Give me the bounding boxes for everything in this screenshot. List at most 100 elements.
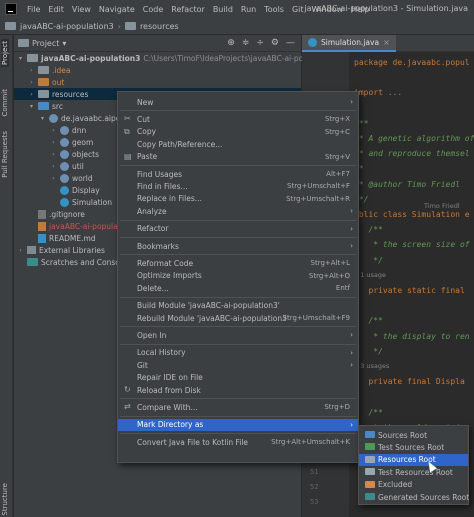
menu-file[interactable]: File [23,5,44,14]
menu-item-build-module-javaabc-ai-population3[interactable]: Build Module 'javaABC-ai-population3' [118,300,358,312]
java-class-icon [308,37,317,47]
settings-icon[interactable]: ⚙ [271,38,279,48]
commit-tool-button[interactable]: Commit [1,89,9,117]
line-number: 53 [310,498,319,506]
menu-item-rebuild-module-javaabc-ai-population3[interactable]: Rebuild Module 'javaABC-ai-population3' S… [118,312,358,324]
collapsed-arrow-icon[interactable]: › [28,79,35,86]
menu-item-find-usages[interactable]: Find Usages Alt+F7 [118,168,358,180]
menu-item-shortcut: Strg+Umschalt+F9 [282,314,350,322]
menu-item-reformat-code[interactable]: Reformat Code Strg+Alt+L [118,257,358,269]
collapsed-arrow-icon[interactable]: › [50,127,57,134]
menu-item-find-in-files[interactable]: Find in Files... Strg+Umschalt+F [118,180,358,192]
tree-item[interactable]: › .idea [14,64,301,76]
menu-item-label: Refactor [137,224,169,234]
expand-all-icon[interactable]: ≑ [242,38,250,48]
menu-item-cut[interactable]: ✂ Cut Strg+X [118,113,358,125]
menu-item-bookmarks[interactable]: Bookmarks › [118,240,358,252]
menu-item-shortcut: Strg+Umschalt+R [286,194,350,203]
tab-simulation-java[interactable]: Simulation.java × [302,34,396,52]
project-view-dropdown-icon[interactable]: ▾ [62,39,66,48]
project-panel-header: Project ▾ ⊕ ≑ ÷ ⚙ — [14,35,301,52]
paste-icon: ▤ [124,151,132,161]
package-icon [49,113,58,123]
submenu-item-excluded[interactable]: Excluded [359,479,468,491]
pull-requests-tool-button[interactable]: Pull Requests [1,131,9,178]
menu-item-shortcut: Strg+D [324,403,350,412]
menu-navigate[interactable]: Navigate [95,5,139,14]
menu-item-optimize-imports[interactable]: Optimize Imports Strg+Alt+O [118,270,358,282]
menu-item-open-in[interactable]: Open In › [118,329,358,341]
tree-item-label: .gitignore [49,209,85,219]
menu-item-analyze[interactable]: Analyze › [118,205,358,217]
collapsed-arrow-icon[interactable]: › [50,151,57,158]
menu-code[interactable]: Code [139,5,167,14]
menu-item-shortcut: Strg+Umschalt+F [287,182,350,191]
menu-item-label: Delete... [137,283,169,293]
expanded-arrow-icon[interactable]: ▾ [17,55,24,62]
submenu-arrow-icon: › [350,420,353,429]
compare-icon: ⇄ [124,402,131,412]
menu-item-label: Repair IDE on File [137,373,203,383]
menu-item-convert-java-file-to-kotlin-file[interactable]: Convert Java File to Kotlin File Strg+Alt… [118,436,358,448]
folder-icon [38,66,49,74]
breadcrumb-folder[interactable]: resources [140,22,179,31]
menu-separator [120,219,356,221]
menu-item-reload-from-disk[interactable]: ↻ Reload from Disk [118,384,358,396]
menu-item-label: Rebuild Module 'javaABC-ai-population3' [137,313,289,323]
structure-tool-button[interactable]: Structure [1,483,9,516]
submenu-item-generated-sources-root[interactable]: Generated Sources Root [359,491,469,503]
tree-item-label: out [52,77,65,87]
menu-item-shortcut: Strg+X [324,115,350,124]
tree-item-label: geom [72,137,94,147]
collapse-all-icon[interactable]: ÷ [256,38,264,48]
menu-item-replace-in-files[interactable]: Replace in Files... Strg+Umschalt+R [118,193,358,205]
left-tool-strip: Project Commit Pull Requests Structure [0,35,13,517]
code-line: * the screen size of [354,240,470,250]
menu-item-new[interactable]: New › [118,96,358,108]
package-icon [60,161,69,171]
submenu-item-test-resources-root[interactable]: Test Resources Root [359,466,468,478]
menu-tools[interactable]: Tools [260,5,288,14]
expanded-arrow-icon[interactable]: ▾ [28,103,35,110]
breadcrumb-project[interactable]: javaABC-ai-population3 [20,22,114,31]
submenu-item-test-sources-root[interactable]: Test Sources Root [359,441,468,453]
menu-edit[interactable]: Edit [44,5,68,14]
tree-item-label: dnn [72,125,87,135]
collapsed-arrow-icon[interactable]: › [17,247,24,254]
menu-view[interactable]: View [68,5,95,14]
menu-item-local-history[interactable]: Local History › [118,347,358,359]
menu-item-refactor[interactable]: Refactor › [118,223,358,235]
collapsed-arrow-icon[interactable]: › [28,67,35,74]
locate-icon[interactable]: ⊕ [227,38,235,48]
collapsed-arrow-icon[interactable]: › [50,175,57,182]
project-panel-title[interactable]: Project [32,39,59,48]
menu-item-delete[interactable]: Delete... Entf [118,282,358,294]
menu-build[interactable]: Build [209,5,237,14]
hide-icon[interactable]: — [286,38,295,48]
menu-item-compare-with[interactable]: ⇄ Compare With... Strg+D [118,401,358,413]
code-line: package de.javaabc.popul [354,58,470,67]
tree-item[interactable]: ▾ javaABC-ai-population3 C:\Users\TimoF\Id… [14,52,339,64]
collapsed-arrow-icon[interactable]: › [50,139,57,146]
menu-item-label: Local History [137,348,186,358]
menu-item-copy[interactable]: ⧉ Copy Strg+C [118,126,358,138]
menu-refactor[interactable]: Refactor [167,5,209,14]
menu-separator [120,165,356,166]
expanded-arrow-icon[interactable]: ▾ [39,115,46,122]
submenu-item-resources-root[interactable]: Resources Root [359,453,468,466]
menu-item-copy-path-reference[interactable]: Copy Path/Reference... [118,138,358,150]
project-tool-button[interactable]: Project [1,39,9,67]
code-line: private final Displa [354,377,465,387]
collapsed-arrow-icon[interactable]: › [50,163,57,170]
menu-item-mark-directory-as[interactable]: Mark Directory as › [118,418,358,431]
collapsed-arrow-icon[interactable]: › [28,91,35,98]
menu-run[interactable]: Run [237,5,260,14]
tree-item[interactable]: › out [14,76,301,88]
menu-item-repair-ide-on-file[interactable]: Repair IDE on File [118,372,358,384]
tree-item-label: External Libraries [39,245,105,255]
menu-item-paste[interactable]: ▤ Paste Strg+V [118,151,358,163]
menu-item-git[interactable]: Git › [118,359,358,371]
tab-close-icon[interactable]: × [383,38,390,47]
package-icon [60,173,69,183]
submenu-item-sources-root[interactable]: Sources Root [359,429,468,441]
